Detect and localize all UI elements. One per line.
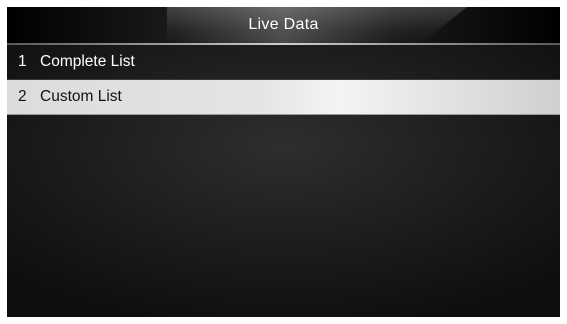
menu-item-complete-list[interactable]: 1 Complete List xyxy=(7,45,560,80)
menu-item-number: 2 xyxy=(18,88,27,105)
title-bar: Live Data xyxy=(7,7,560,43)
menu-item-number: 1 xyxy=(18,53,27,70)
menu-item-label: Custom List xyxy=(40,88,122,105)
page-title: Live Data xyxy=(248,16,319,33)
menu-item-custom-list[interactable]: 2 Custom List xyxy=(7,80,560,115)
menu-list: 1 Complete List 2 Custom List xyxy=(7,45,560,115)
menu-item-label: Complete List xyxy=(40,53,135,70)
device-screen: Live Data 1 Complete List 2 Custom List xyxy=(7,7,560,317)
